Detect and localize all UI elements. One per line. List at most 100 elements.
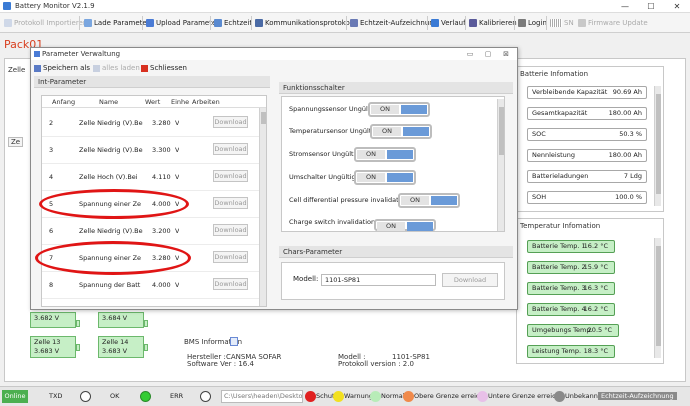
download-button[interactable]: Download [213, 116, 248, 128]
file-path-field[interactable]: C:\Users\headen\Deskto [221, 390, 303, 403]
function-switch-panel: Spannungssensor Ungültig ON Temperaturse… [281, 96, 505, 232]
temperature-info-title: Temperatur Infomation [520, 222, 601, 230]
normal-legend-icon [370, 391, 381, 402]
load-parameter-button[interactable]: Lade Parameter [84, 16, 150, 30]
realtime-button[interactable]: Echtzeit [214, 16, 252, 30]
close-button[interactable]: ✕ [666, 0, 688, 13]
load-params-icon [84, 19, 92, 27]
close-dialog-button[interactable]: Schliessen [141, 63, 187, 73]
table-row[interactable]: 8 Spannung der Batt 4.000 V Download [42, 272, 266, 299]
temp-sensor-toggle[interactable]: ON [370, 124, 432, 139]
firmware-icon [578, 19, 586, 27]
col-header-start[interactable]: Anfang [52, 98, 75, 106]
title-bar: Battery Monitor V2.1.9 — ☐ ✕ [0, 0, 690, 13]
import-protocol-button[interactable]: Protokoll Importieren [4, 16, 87, 30]
bms-info-icon[interactable] [230, 337, 238, 346]
battery-info-title: Batterie Infomation [520, 70, 589, 78]
cell-diff-pressure-toggle[interactable]: ON [398, 193, 460, 208]
download-button[interactable]: Download [213, 170, 248, 182]
realtime-recording-status: Echtzeit-Aufzeichnung [598, 392, 677, 400]
temperature-info-scrollbar[interactable] [654, 238, 661, 358]
legend-label: Untere Grenze erreicht [488, 392, 563, 400]
download-button[interactable]: Download [213, 251, 248, 263]
download-button[interactable]: Download [213, 224, 248, 236]
dialog-maximize-button[interactable]: ▢ [481, 48, 495, 60]
unknown-legend-icon [554, 391, 565, 402]
power-temp-field: Leistung Temp. 18.3 °C [527, 345, 615, 358]
cells-group-label: Zelle [8, 66, 26, 74]
col-header-name[interactable]: Name [99, 98, 118, 106]
int-params-scrollbar[interactable] [259, 108, 266, 306]
lower-limit-legend-icon [477, 391, 488, 402]
maximize-button[interactable]: ☐ [640, 0, 662, 13]
download-button[interactable]: Download [213, 143, 248, 155]
ok-led-icon [140, 391, 151, 402]
sn-button[interactable]: SN [550, 16, 574, 30]
chars-params-header: Chars-Parameter [279, 246, 513, 258]
dialog-toolbar: Speichern als alles laden Schliessen [31, 62, 517, 74]
chars-download-button[interactable]: Download [442, 273, 498, 287]
model-input[interactable]: 1101-SP81 [321, 274, 436, 286]
toolbar-separator [142, 16, 143, 30]
ambient-temp-field: Umgebungs Temp. 20.5 °C [527, 324, 619, 337]
voltage-sensor-toggle[interactable]: ON [368, 102, 430, 117]
legend-label: Unbekannt [565, 392, 601, 400]
dialog-close-button[interactable]: ⊠ [499, 48, 513, 60]
err-label: ERR [170, 392, 184, 400]
current-sensor-toggle[interactable]: ON [354, 147, 416, 162]
table-row[interactable]: 2 Zelle Niedrig (V).Be 3.280 V Download [42, 110, 266, 137]
protocol-icon [255, 19, 263, 27]
col-header-unit[interactable]: Einhe [171, 98, 189, 106]
save-as-button[interactable]: Speichern als [34, 63, 90, 73]
cell-unit: V [175, 146, 180, 154]
cell-start: 6 [49, 227, 54, 235]
load-all-button[interactable]: alles laden [93, 63, 140, 73]
cells-subtab[interactable]: Ze [8, 137, 24, 147]
table-row[interactable]: 3 Zelle Niedrig (V).Be 3.300 V Download [42, 137, 266, 164]
protocol-version: Protokoll version : 2.0 [338, 360, 414, 368]
battery-temp-2-field: Batterie Temp. 2 15.9 °C [527, 261, 615, 274]
comm-protocol-button[interactable]: Kommunikationsprotokoll [255, 16, 354, 30]
table-row[interactable]: 6 Zelle Niedrig (V).Be 3.200 V Download [42, 218, 266, 245]
cell-start: 5 [49, 200, 54, 208]
cell-start: 4 [49, 173, 54, 181]
barcode-icon [550, 19, 562, 27]
software-version: Software Ver : 16.4 [187, 360, 254, 368]
dialog-minimize-button[interactable]: ▭ [463, 48, 477, 60]
cell-value: 3.280 [152, 254, 171, 262]
table-row[interactable]: 7 Spannung einer Ze 3.280 V Download [42, 245, 266, 272]
col-header-value[interactable]: Wert [145, 98, 160, 106]
firmware-update-button[interactable]: Firmware Update [578, 16, 648, 30]
online-status: Online [2, 390, 28, 403]
charge-switch-toggle[interactable]: ON [374, 219, 436, 231]
history-button[interactable]: Verlauf [431, 16, 466, 30]
main-toolbar: Protokoll Importieren Lade Parameter Upl… [0, 13, 690, 33]
cell-start: 8 [49, 281, 54, 289]
upload-icon [146, 19, 154, 27]
record-icon [350, 19, 358, 27]
realtime-recording-button[interactable]: Echtzeit-Aufzeichnung [350, 16, 438, 30]
close-icon [141, 64, 148, 72]
grid-header-row: Anfang Name Wert Einhe Arbeiten [42, 96, 266, 108]
download-button[interactable]: Download [213, 278, 248, 290]
app-logo-icon [3, 2, 11, 10]
upload-parameter-button[interactable]: Upload Parameter [146, 16, 219, 30]
battery-info-scrollbar[interactable] [654, 86, 661, 206]
table-row[interactable]: 5 Spannung einer Ze 4.000 V Download [42, 191, 266, 218]
calibrate-button[interactable]: Kalibrieren [469, 16, 517, 30]
dialog-title-bar: Parameter Verwaltung ▭ ▢ ⊠ [31, 48, 517, 60]
soc-field: SOC 50.3 % [527, 128, 647, 141]
rated-capacity-field: Nennleistung 180.00 Ah [527, 149, 647, 162]
cell-diff-pressure-switch-row: Cell differential pressure invalidation [289, 196, 409, 204]
col-header-action[interactable]: Arbeiten [192, 98, 220, 106]
cell-unit: V [175, 200, 180, 208]
toolbar-separator [427, 16, 428, 30]
login-button[interactable]: Login [518, 16, 547, 30]
download-button[interactable]: Download [213, 197, 248, 209]
minimize-button[interactable]: — [614, 0, 636, 13]
function-switch-scrollbar[interactable] [497, 99, 504, 231]
cell-unit: V [175, 281, 180, 289]
cell-tile: Zelle 14 3.683 V [98, 336, 148, 358]
switch-invalid-toggle[interactable]: ON [354, 170, 416, 185]
table-row[interactable]: 4 Zelle Hoch (V).Bei 4.110 V Download [42, 164, 266, 191]
